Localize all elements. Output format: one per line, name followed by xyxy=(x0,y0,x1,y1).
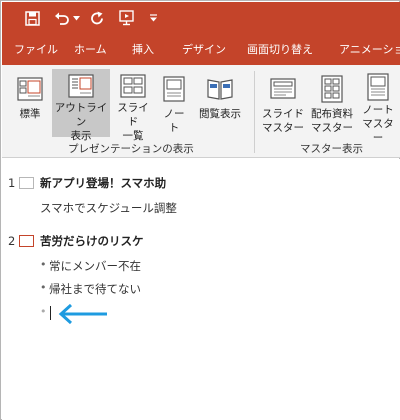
slide-master-button[interactable]: スライド マスター xyxy=(260,69,306,137)
notes-page-label: ノー ト xyxy=(163,108,185,134)
group-divider xyxy=(254,71,255,153)
undo-dropdown-icon[interactable] xyxy=(71,8,81,28)
undo-icon[interactable] xyxy=(52,8,72,28)
reading-view-button[interactable]: 閲覧表示 xyxy=(194,69,246,137)
bullet-text[interactable]: 常にメンバー不在 xyxy=(49,258,141,274)
handout-master-button[interactable]: 配布資料 マスター xyxy=(308,69,356,137)
handout-master-icon xyxy=(316,73,348,105)
notes-master-icon xyxy=(362,73,394,101)
ribbon-tabs: ファイル ホーム 挿入 デザイン 画面切り替え アニメーション xyxy=(2,35,400,65)
text-cursor xyxy=(50,306,51,320)
redo-icon[interactable] xyxy=(87,8,107,28)
title-bar xyxy=(2,2,400,35)
tab-insert[interactable]: 挿入 xyxy=(132,35,154,65)
current-slide-icon[interactable] xyxy=(19,235,34,247)
slide-sorter-label: スライド 一覧 xyxy=(117,102,149,142)
slide-sorter-icon xyxy=(117,73,149,99)
slide-master-label: スライド マスター xyxy=(262,108,304,134)
bullet-text[interactable]: 帰社まで待てない xyxy=(49,281,141,297)
notes-master-label: ノート マスター xyxy=(362,104,394,144)
bullet-icon: • xyxy=(40,258,47,271)
outline-view-button[interactable]: アウトライン 表示 xyxy=(52,69,110,142)
powerpoint-window: ファイル ホーム 挿入 デザイン 画面切り替え アニメーション 標準 アウトライ… xyxy=(0,0,400,420)
normal-view-icon xyxy=(14,73,46,105)
outline-pane[interactable]: 1 新アプリ登場！スマホ助 スマホでスケジュール調整 2 苦労だらけのリスケ •… xyxy=(2,159,400,420)
presentation-views-group-label: プレゼンテーションの表示 xyxy=(68,143,194,155)
tab-design[interactable]: デザイン xyxy=(182,35,226,65)
slide-number: 2 xyxy=(8,234,16,248)
slide-master-icon xyxy=(267,73,299,105)
normal-view-label: 標準 xyxy=(19,108,41,120)
outline-view-icon xyxy=(65,73,97,99)
normal-view-button[interactable]: 標準 xyxy=(12,69,48,137)
outline-view-label: アウトライン 表示 xyxy=(54,102,108,142)
notes-page-icon xyxy=(158,73,190,105)
view-ribbon: 標準 アウトライン 表示 スライド 一覧 ノー ト 閲覧表示 プレゼンテーション… xyxy=(2,65,400,158)
slide-icon[interactable] xyxy=(19,177,34,189)
bullet-icon: • xyxy=(40,281,47,294)
master-views-group-label: マスター表示 xyxy=(300,143,363,155)
bullet-icon: • xyxy=(40,305,47,318)
slide-title[interactable]: 苦労だらけのリスケ xyxy=(40,233,144,249)
tab-transitions[interactable]: 画面切り替え xyxy=(247,35,313,65)
save-icon[interactable] xyxy=(22,8,42,28)
pointer-arrow-icon xyxy=(58,303,107,325)
slide-title[interactable]: 新アプリ登場！スマホ助 xyxy=(40,175,166,191)
handout-master-label: 配布資料 マスター xyxy=(311,108,353,134)
slide-sorter-button[interactable]: スライド 一覧 xyxy=(113,69,153,142)
body-text-line[interactable]: スマホでスケジュール調整 xyxy=(40,200,177,216)
tab-home[interactable]: ホーム xyxy=(74,35,107,65)
notes-master-button[interactable]: ノート マスター xyxy=(358,69,398,144)
reading-view-icon xyxy=(204,73,236,105)
notes-page-button[interactable]: ノー ト xyxy=(157,69,191,137)
tab-animations[interactable]: アニメーション xyxy=(339,35,400,65)
customize-qat-icon[interactable] xyxy=(147,8,159,28)
start-from-beginning-icon[interactable] xyxy=(115,8,137,28)
reading-view-label: 閲覧表示 xyxy=(199,108,241,120)
slide-number: 1 xyxy=(8,176,16,190)
tab-file[interactable]: ファイル xyxy=(14,35,58,65)
